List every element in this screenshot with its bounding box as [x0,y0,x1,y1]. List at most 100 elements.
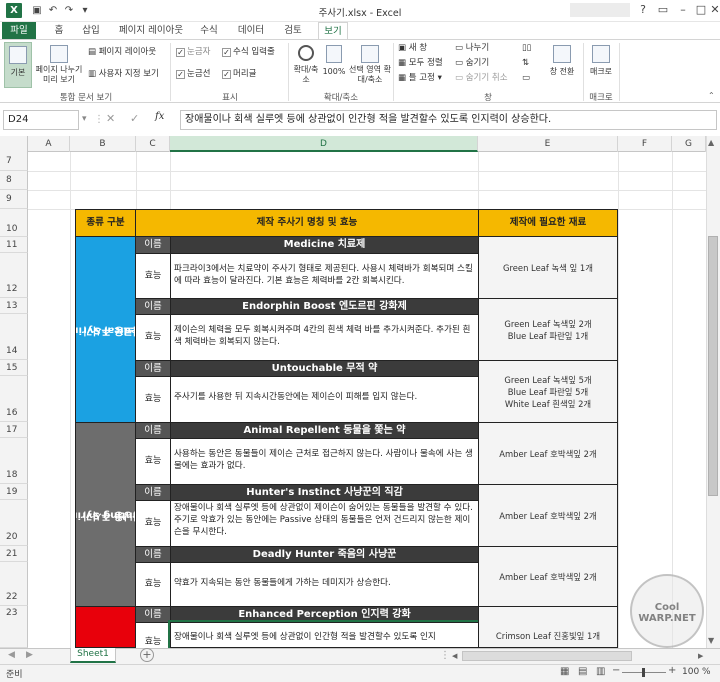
custom-views-button[interactable]: ▥ 사용자 지정 보기 [88,68,168,81]
insert-function-icon[interactable]: fx [155,111,164,122]
item-name[interactable]: Hunter's Instinct 사냥꾼의 직감 [170,484,479,501]
tab-review[interactable]: 검토 [280,22,306,40]
header-name-effect[interactable]: 제작 주사기 명칭 및 효능 [135,209,479,237]
zoom-in-icon[interactable]: + [668,665,676,676]
gridlines-checkbox[interactable]: ✓ 눈금선 [176,68,210,80]
split-button[interactable]: ▭ 나누기 [455,42,489,55]
header-category[interactable]: 종류 구분 [75,209,136,237]
zoom-slider-thumb[interactable] [642,668,645,677]
item-description[interactable]: 장애물이나 회색 실루엣 등에 상관없이 제이슨이 숨어있는 동물들을 발견할 … [170,500,479,547]
column-header-g[interactable]: G [672,136,706,152]
row-header-21[interactable]: 21 [0,546,28,562]
zoom-to-selection-button[interactable]: 선택 영역 확대/축소 [348,42,392,88]
zoom-level[interactable]: 100 % [682,667,711,677]
close-icon[interactable]: ✕ [704,2,720,18]
sync-scroll-icon[interactable]: ⇅ [522,57,542,70]
tab-page-layout[interactable]: 페이지 레이아웃 [114,22,188,40]
normal-view-button[interactable]: 기본 [4,42,32,88]
header-materials[interactable]: 제작에 필요한 재료 [478,209,618,237]
label-effect[interactable]: 효능 [135,376,171,423]
category-hunting[interactable]: Hunting Syringes사냥용 주사기 [75,422,136,607]
item-description[interactable]: 파크라이3에서는 치료약이 주사기 형태로 제공된다. 사용시 체력바가 회복되… [170,253,479,299]
column-header-e[interactable]: E [478,136,618,152]
label-name[interactable]: 이름 [135,606,171,623]
label-name[interactable]: 이름 [135,360,171,377]
row-header-16[interactable]: 16 [0,376,28,422]
freeze-panes-button[interactable]: ▦ 틀 고정 ▾ [398,72,442,85]
unhide-button[interactable]: ▭ 숨기기 취소 [455,72,508,85]
row-header-17[interactable]: 17 [0,422,28,438]
label-effect[interactable]: 효능 [135,500,171,547]
item-description[interactable]: 사용하는 동안은 동물들이 제이슨 근처로 접근하지 않는다. 사람이나 물속에… [170,438,479,485]
label-effect[interactable]: 효능 [135,253,171,299]
page-break-status-icon[interactable]: ▥ [596,666,605,677]
item-description[interactable]: 주사기를 사용한 뒤 지속시간동안에는 제이슨이 피해를 입지 않는다. [170,376,479,423]
item-materials[interactable]: Crimson Leaf 진홍빛잎 1개 [478,606,618,648]
label-name[interactable]: 이름 [135,546,171,563]
column-header-f[interactable]: F [618,136,672,152]
zoom-button[interactable]: 확대/축소 [292,42,320,88]
item-description[interactable]: 약효가 지속되는 동안 동물들에게 가하는 데미지가 상승한다. [170,562,479,607]
category-third[interactable] [75,606,136,648]
row-header-15[interactable]: 15 [0,360,28,376]
zoom-100-button[interactable]: 100% [322,42,346,88]
row-header-12[interactable]: 12 [0,253,28,298]
macros-button[interactable]: 매크로 [586,42,616,88]
page-layout-status-icon[interactable]: ▤ [578,666,587,677]
row-header-13[interactable]: 13 [0,298,28,314]
select-all-corner[interactable] [0,136,28,152]
ruler-checkbox[interactable]: ✓ 눈금자 [176,46,210,58]
row-header-9[interactable]: 9 [0,190,28,209]
help-icon[interactable]: ? [632,2,654,18]
item-name[interactable]: Medicine 치료제 [170,236,479,254]
item-name[interactable]: Endorphin Boost 엔도르핀 강화제 [170,298,479,315]
scroll-up-icon[interactable]: ▲ [708,138,714,147]
item-materials[interactable]: Green Leaf 녹색잎 5개 Blue Leaf 파란잎 5개 White L… [478,360,618,423]
scroll-right-icon[interactable]: ▶ [698,652,703,660]
column-header-a[interactable]: A [28,136,70,152]
row-header-8[interactable]: 8 [0,171,28,190]
normal-view-status-icon[interactable]: ▦ [560,666,569,677]
reset-position-icon[interactable]: ▭ [522,72,542,85]
row-header-18[interactable]: 18 [0,438,28,484]
cancel-icon[interactable]: ✕ [106,112,115,125]
row-header-14[interactable]: 14 [0,314,28,360]
scroll-down-icon[interactable]: ▼ [708,636,714,645]
formula-bar-checkbox[interactable]: ✓ 수식 입력줄 [222,46,275,58]
user-account[interactable] [570,3,630,17]
label-effect[interactable]: 효능 [135,562,171,607]
page-layout-view-button[interactable]: ▤ 페이지 레이아웃 [88,46,168,59]
hide-button[interactable]: ▭ 숨기기 [455,57,489,70]
label-name[interactable]: 이름 [135,236,171,254]
column-header-b[interactable]: B [70,136,136,152]
item-name[interactable]: Enhanced Perception 인지력 강화 [170,606,479,623]
switch-windows-button[interactable]: 창 전환 [544,42,580,88]
sheet-tab-sheet1[interactable]: Sheet1 [70,648,116,663]
scroll-thumb[interactable] [708,236,718,496]
zoom-out-icon[interactable]: − [612,665,620,676]
label-name[interactable]: 이름 [135,484,171,501]
next-sheet-icon[interactable]: ▶ [26,650,33,660]
label-name[interactable]: 이름 [135,298,171,315]
new-window-button[interactable]: ▣ 새 창 [398,42,427,55]
item-materials[interactable]: Amber Leaf 호박색잎 2개 [478,422,618,485]
headings-checkbox[interactable]: ✓ 머리글 [222,68,256,80]
item-materials[interactable]: Amber Leaf 호박색잎 2개 [478,546,618,607]
tab-file[interactable]: 파일 [2,22,36,40]
enter-icon[interactable]: ✓ [130,112,139,125]
row-header-20[interactable]: 20 [0,500,28,546]
tab-view[interactable]: 보기 [318,22,348,40]
tab-data[interactable]: 데이터 [232,22,270,40]
column-header-c[interactable]: C [136,136,170,152]
item-name[interactable]: Untouchable 무적 약 [170,360,479,377]
horizontal-scroll-thumb[interactable] [462,651,632,661]
page-break-preview-button[interactable]: 페이지 나누기 미리 보기 [34,42,84,88]
column-header-d[interactable]: D [170,136,478,152]
name-box[interactable]: D24 [3,110,79,130]
scroll-left-icon[interactable]: ◀ [452,652,457,660]
row-header-11[interactable]: 11 [0,237,28,253]
row-header-7[interactable]: 7 [0,152,28,171]
tab-home[interactable]: 홈 [48,22,70,40]
formula-input[interactable]: 장애물이나 회색 실루엣 등에 상관없이 인간형 적을 발견할수 있도록 인지력… [180,110,717,130]
arrange-all-button[interactable]: ▦ 모두 정렬 [398,57,443,70]
